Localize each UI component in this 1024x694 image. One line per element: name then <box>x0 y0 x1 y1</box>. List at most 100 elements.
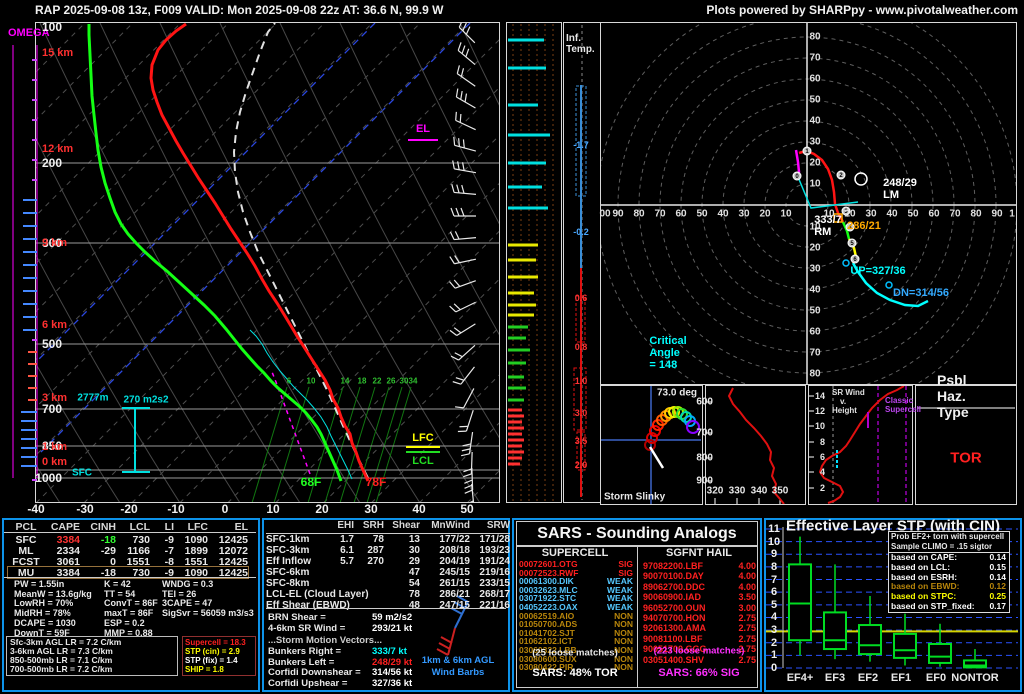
stp-category-label: NONTOR <box>951 672 998 684</box>
axis-tick-label: 80 <box>970 209 981 220</box>
kinematics-row: SFC-1km 1.7 78 13 177/22 171/28 <box>266 534 510 545</box>
sars-hail-matches: (223 loose matches) <box>654 646 745 657</box>
stp-category-label: EF4+ <box>787 672 814 684</box>
storm-motion-header: ...Storm Motion Vectors... <box>268 635 382 646</box>
axis-tick-label: 10 <box>780 209 791 220</box>
axis-tick-label: 50 <box>809 95 820 106</box>
temp-tick-label: -40 <box>27 502 44 516</box>
hodograph-annotation: Critical Angle = 148 <box>649 335 686 371</box>
theta-e-value-label: 330 <box>729 486 746 497</box>
temp-tick-label: 10 <box>266 502 279 516</box>
temp-tick-label: -20 <box>120 502 137 516</box>
slinky-angle-value: 73.0 deg <box>657 388 697 399</box>
mixing-ratio-label: 18 <box>358 377 367 386</box>
axis-tick-label: 30 <box>809 137 820 148</box>
lfc-marker-label: LFC <box>412 432 433 444</box>
inferred-temp-value: 2.0 <box>575 460 588 470</box>
pressure-label: 500 <box>42 337 62 351</box>
mixing-ratio-label: 30 <box>400 377 409 386</box>
axis-tick-label: 0 <box>771 662 777 674</box>
axis-tick-label: 40 <box>809 116 820 127</box>
divider <box>4 577 256 578</box>
height-label: 15 km <box>42 47 73 59</box>
temp-tick-label: 50 <box>460 502 473 516</box>
kinematics-row: Eff Inflow 5.7 270 29 204/19 191/24 <box>266 556 510 567</box>
divider <box>637 546 638 688</box>
axis-tick-label: 20 <box>759 209 770 220</box>
mixing-ratio-label: 26 <box>387 377 396 386</box>
sr-wind-height-label: 2 <box>820 483 825 493</box>
hodograph-axis-label: 00 <box>599 209 610 220</box>
lapse-rates-box: Sfc-3km AGL LR = 7.2 C/km3-6km AGL LR = … <box>6 636 178 676</box>
wind-barb-caption-2: Wind Barbs <box>408 667 508 678</box>
sars-match-row: 94070700.HON2.75 <box>643 613 756 623</box>
shear-values: BRN Shear =59 m2/s24-6km SR Wind =293/21… <box>268 612 448 633</box>
composite-indices-box: Supercell = 18.3STP (cin) = 2.9STP (fix)… <box>182 636 256 676</box>
sars-match-row: 97082200.LBF4.00 <box>643 561 756 571</box>
mixing-ratio-label: 6 <box>287 377 291 386</box>
thermo-index: SigSvr = 56059 m3/s3 <box>162 609 254 619</box>
surface-temp-label: 78F <box>366 475 387 489</box>
axis-tick-label: 7 <box>771 574 777 586</box>
sars-match-row: 96052700.OUN3.00 <box>643 603 756 613</box>
hodograph-annotation: 248/29 LM <box>883 177 917 201</box>
run-title: RAP 2025-09-08 13z, F009 VALID: Mon 2025… <box>35 3 443 17</box>
axis-tick-label: 70 <box>809 348 820 359</box>
mixing-ratio-label: 34 <box>409 377 418 386</box>
axis-tick-label: 50 <box>809 306 820 317</box>
parcel-row: SFC 3384 -18 730 -9 1090 12425 <box>8 534 248 545</box>
stp-category-label: EF0 <box>926 672 946 684</box>
axis-tick-label: 20 <box>809 158 820 169</box>
inferred-temp-title-2: Temp. <box>566 44 595 55</box>
col-srw: SRW <box>470 520 510 531</box>
stp-category-label: EF3 <box>825 672 845 684</box>
axis-tick-label: 80 <box>809 369 820 380</box>
hazard-type-value: TOR <box>950 450 981 467</box>
legend-caption-1: Prob EF2+ torn with supercell <box>889 532 1009 542</box>
pressure-label: 100 <box>42 20 62 34</box>
sars-match-row: 92061300.AMA2.75 <box>643 623 756 633</box>
legend-rows: based on CAPE:0.14based on LCL:0.15based… <box>889 553 1009 612</box>
thermo-indices-col3: WNDG = 0.3TEI = 263CAPE = 47SigSvr = 560… <box>162 580 254 619</box>
theta-e-value-label: 350 <box>772 486 789 497</box>
axis-tick-label: 10 <box>809 179 820 190</box>
axis-tick-label: 20 <box>844 209 855 220</box>
axis-tick-label: 70 <box>949 209 960 220</box>
lcl-marker-label: LCL <box>412 455 433 467</box>
legend-row: based on STP_fixed:0.17 <box>889 602 1009 612</box>
composite-index: STP (fix) = 1.4 <box>185 656 255 665</box>
theta-e-pressure-label: 800 <box>696 453 713 464</box>
sr-wind-height-label: 10 <box>815 421 825 431</box>
el-marker-label: EL <box>416 123 430 135</box>
sharppy-sounding-page: 0123456 RAP 2025-09-08 13z, F009 VALID: … <box>0 0 1024 694</box>
hodograph-annotation: 286/21 <box>847 220 881 232</box>
axis-tick-label: 5 <box>771 599 777 611</box>
temp-tick-label: -30 <box>76 502 93 516</box>
axis-tick-label: 30 <box>865 209 876 220</box>
axis-tick-label: 9 <box>771 548 777 560</box>
inferred-temp-value: -1.7 <box>573 140 589 150</box>
composite-index: SHIP = 1.8 <box>185 665 255 674</box>
hodograph-annotation: UP=327/36 <box>850 265 905 277</box>
thermo-indices-col2: K = 42TT = 54ConvT = 86FmaxT = 86FESP = … <box>104 580 158 638</box>
parcel-table-rows: SFC 3384 -18 730 -9 1090 12425 ML 2334 -… <box>8 534 248 578</box>
sars-supercell-header: SUPERCELL <box>542 547 609 559</box>
inferred-temp-value: 1.0 <box>575 376 588 386</box>
kinematics-row: SFC-6km 47 245/15 219/16 <box>266 567 510 578</box>
sars-hail-header: SGFNT HAIL <box>666 547 732 559</box>
mixing-ratio-label: 14 <box>341 377 350 386</box>
sars-match-row: 90060900.IAD3.50 <box>643 592 756 602</box>
axis-tick-label: 11 <box>768 523 780 535</box>
kinematics-table-header: EHI SRH Shear MnWind SRW <box>266 520 510 534</box>
sr-wind-title-2: v. <box>840 397 846 406</box>
slinky-title: Storm Slinky <box>604 492 665 503</box>
stp-probability-legend: Prob EF2+ torn with supercell Sample CLI… <box>888 531 1010 613</box>
parcel-row: ML 2334 -29 1166 -7 1899 12072 <box>8 545 248 556</box>
axis-tick-label: 80 <box>633 209 644 220</box>
axis-tick-label: 90 <box>991 209 1002 220</box>
col-mnwind: MnWind <box>420 520 470 531</box>
kinematics-row: SFC-8km 54 261/15 233/15 <box>266 578 510 589</box>
axis-tick-label: 4 <box>771 611 777 623</box>
sars-match-row: 90081100.LBF2.75 <box>643 634 756 644</box>
mixing-ratio-label: 10 <box>307 377 316 386</box>
